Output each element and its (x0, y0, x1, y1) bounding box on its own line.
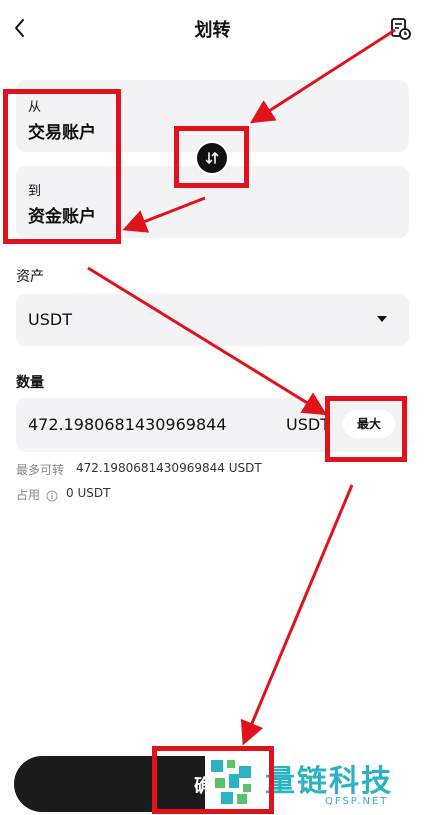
arrow-to-swap (249, 28, 396, 124)
arrow-to-account (122, 196, 206, 233)
arrow-to-confirm (240, 484, 354, 746)
annotation-arrows (87, 28, 396, 746)
arrow-to-max (87, 266, 328, 416)
